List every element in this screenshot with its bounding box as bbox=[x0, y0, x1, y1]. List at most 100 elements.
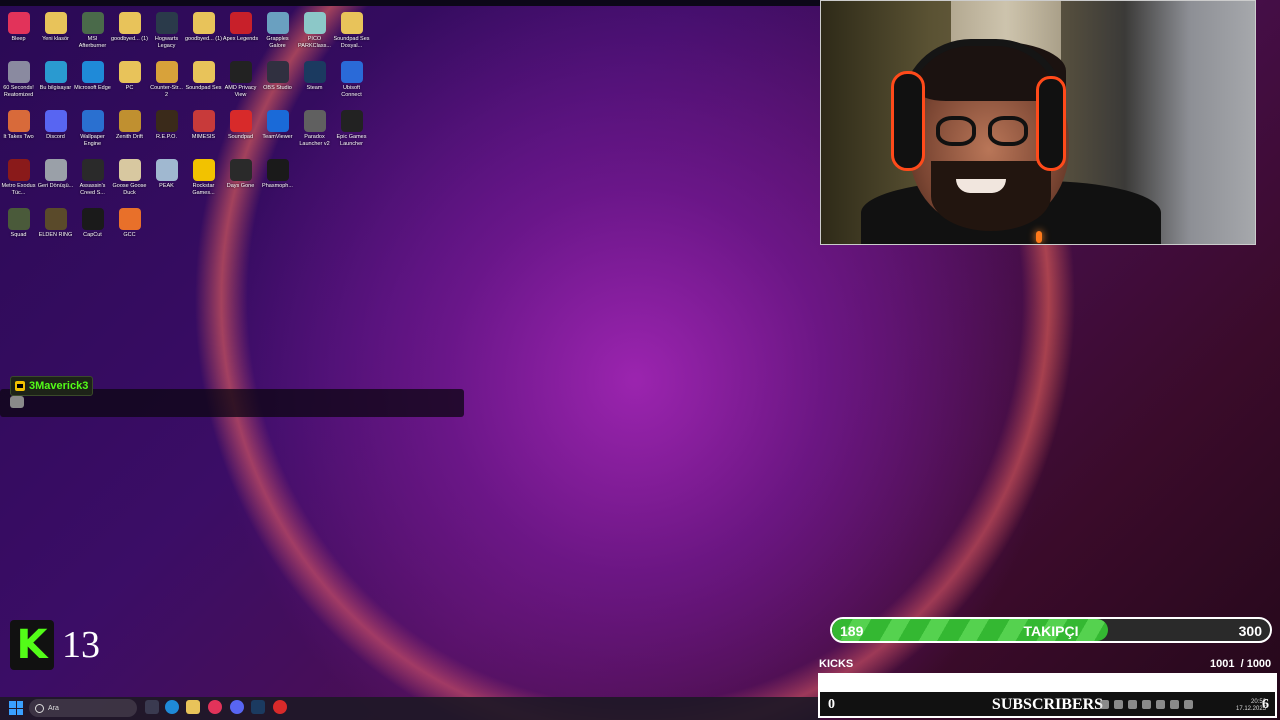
desktop-icon-row: Bleep Yeni klasör MSI Afterburner goodbyed.… bbox=[0, 10, 372, 59]
desktop-shortcut[interactable]: Discord bbox=[37, 108, 74, 157]
desktop-shortcut[interactable]: OBS Studio bbox=[259, 59, 296, 108]
bleep-taskbar-icon[interactable] bbox=[208, 700, 222, 714]
desktop-shortcut[interactable]: Zenith Drift bbox=[111, 108, 148, 157]
metro-exodus-icon bbox=[7, 159, 30, 181]
desktop-shortcut-label: GCC bbox=[123, 232, 136, 238]
assassins-creed-icon bbox=[81, 159, 104, 181]
desktop-shortcut-label: ELDEN RING bbox=[38, 232, 73, 238]
it-takes-two-icon bbox=[7, 110, 30, 132]
desktop-shortcut[interactable]: AMD Privacy View bbox=[222, 59, 259, 108]
desktop-shortcut[interactable]: Rockstar Games... bbox=[185, 157, 222, 206]
desktop-shortcut[interactable]: Ubisoft Connect bbox=[333, 59, 370, 108]
desktop-shortcut[interactable]: R.E.P.O. bbox=[148, 108, 185, 157]
desktop-shortcut[interactable]: Bleep bbox=[0, 10, 37, 59]
desktop-shortcut[interactable]: Soundpad Ses bbox=[185, 59, 222, 108]
gcc-icon bbox=[118, 208, 141, 230]
desktop-shortcut-label: Squad bbox=[10, 232, 27, 238]
desktop-shortcut[interactable]: Days Gone bbox=[222, 157, 259, 206]
soundpad-taskbar-icon[interactable] bbox=[273, 700, 287, 714]
task-view-icon[interactable] bbox=[145, 700, 159, 714]
desktop-shortcut[interactable]: GCC bbox=[111, 206, 148, 255]
desktop-shortcut[interactable]: goodbyed... (1) bbox=[185, 10, 222, 59]
tray-network-icon[interactable] bbox=[1170, 700, 1179, 709]
tray-steam-icon[interactable] bbox=[1114, 700, 1123, 709]
desktop-shortcut[interactable]: Assassin's Creed S... bbox=[74, 157, 111, 206]
desktop-shortcut-label: PICO PARKClass... bbox=[298, 36, 331, 49]
steam-icon bbox=[303, 61, 326, 83]
desktop-shortcut[interactable]: PICO PARKClass... bbox=[296, 10, 333, 59]
kick-logo-icon: K bbox=[10, 620, 54, 670]
headphone-left-cup bbox=[891, 71, 925, 171]
desktop-shortcut[interactable]: Squad bbox=[0, 206, 37, 255]
desktop-shortcut[interactable]: Epic Games Launcher bbox=[333, 108, 370, 157]
desktop-shortcut[interactable]: Phasmoph... bbox=[259, 157, 296, 206]
desktop-shortcut[interactable]: Goose Goose Duck bbox=[111, 157, 148, 206]
desktop-shortcut-label: Rockstar Games... bbox=[192, 183, 215, 196]
desktop-shortcut[interactable]: Hogwarts Legacy bbox=[148, 10, 185, 59]
desktop-shortcut-label: Wallpaper Engine bbox=[80, 134, 105, 147]
desktop-shortcut[interactable]: MIMESIS bbox=[185, 108, 222, 157]
amd-icon bbox=[229, 61, 252, 83]
desktop-shortcut[interactable]: Steam bbox=[296, 59, 333, 108]
desktop-shortcut[interactable]: CapCut bbox=[74, 206, 111, 255]
edge-icon bbox=[81, 61, 104, 83]
pico-park-icon bbox=[303, 12, 326, 34]
clock-time: 20:52 bbox=[1251, 699, 1267, 705]
top-edge-bar bbox=[0, 0, 820, 6]
desktop-shortcut[interactable]: It Takes Two bbox=[0, 108, 37, 157]
desktop-shortcut[interactable]: TeamViewer bbox=[259, 108, 296, 157]
taskbar-search[interactable]: Ara bbox=[29, 699, 137, 717]
rockstar-icon bbox=[192, 159, 215, 181]
desktop-shortcut[interactable]: ELDEN RING bbox=[37, 206, 74, 255]
tray-volume-icon[interactable] bbox=[1184, 700, 1193, 709]
crown-badge-icon bbox=[15, 381, 25, 391]
desktop-shortcut[interactable]: Bu bilgisayar bbox=[37, 59, 74, 108]
desktop-shortcut[interactable]: Microsoft Edge bbox=[74, 59, 111, 108]
desktop-shortcut[interactable]: 60 Seconds! Reatomized bbox=[0, 59, 37, 108]
file-explorer-icon[interactable] bbox=[186, 700, 200, 714]
desktop-shortcut-label: Assassin's Creed S... bbox=[79, 183, 106, 196]
desktop-shortcut[interactable]: Wallpaper Engine bbox=[74, 108, 111, 157]
tray-app-icon[interactable] bbox=[1142, 700, 1151, 709]
desktop-shortcut[interactable]: MSI Afterburner bbox=[74, 10, 111, 59]
viewer-count: 13 bbox=[62, 624, 100, 666]
desktop-shortcut[interactable]: Apex Legends bbox=[222, 10, 259, 59]
chat-emote-icon bbox=[10, 396, 24, 408]
tray-chevron-icon[interactable] bbox=[1100, 700, 1109, 709]
desktop-shortcut-label: Yeni klasör bbox=[42, 36, 69, 42]
desktop-shortcut[interactable]: Yeni klasör bbox=[37, 10, 74, 59]
desktop-icon-grid: Bleep Yeni klasör MSI Afterburner goodbyed.… bbox=[0, 10, 372, 255]
steam-taskbar-icon[interactable] bbox=[251, 700, 265, 714]
desktop-shortcut-label: It Takes Two bbox=[3, 134, 34, 140]
desktop-shortcut[interactable]: Soundpad Ses Dosyal... bbox=[333, 10, 370, 59]
desktop-shortcut[interactable]: PEAK bbox=[148, 157, 185, 206]
desktop-shortcut[interactable]: goodbyed... (1) bbox=[111, 10, 148, 59]
desktop-shortcut[interactable]: Grapples Galore bbox=[259, 10, 296, 59]
desktop-shortcut-label: Soundpad Ses Dosyal... bbox=[333, 36, 370, 49]
desktop-shortcut[interactable]: Soundpad bbox=[222, 108, 259, 157]
obs-icon bbox=[266, 61, 289, 83]
desktop-shortcut-label: Geri Dönüşü... bbox=[37, 183, 74, 189]
desktop-shortcut[interactable]: Counter-Str... 2 bbox=[148, 59, 185, 108]
discord-taskbar-icon[interactable] bbox=[230, 700, 244, 714]
desktop-shortcut[interactable]: Paradox Launcher v2 bbox=[296, 108, 333, 157]
desktop-icon-row: Metro Exodus Tüc... Geri Dönüşü... Assassi… bbox=[0, 157, 372, 206]
desktop-shortcut[interactable]: Geri Dönüşü... bbox=[37, 157, 74, 206]
capcut-icon bbox=[81, 208, 104, 230]
kicks-goal-fill bbox=[820, 675, 1275, 688]
glasses-left-lens bbox=[936, 116, 976, 146]
desktop-shortcut-label: Apex Legends bbox=[222, 36, 259, 42]
desktop-shortcut-label: Grapples Galore bbox=[266, 36, 289, 49]
desktop-shortcut[interactable]: PC bbox=[111, 59, 148, 108]
desktop-shortcut-label: CapCut bbox=[83, 232, 102, 238]
headphone-right-cup bbox=[1036, 76, 1066, 171]
system-tray bbox=[1100, 700, 1193, 709]
desktop-shortcut-label: Discord bbox=[46, 134, 65, 140]
taskbar-clock[interactable]: 20:52 17.12.2025 bbox=[1236, 699, 1266, 713]
msi-afterburner-icon bbox=[81, 12, 104, 34]
edge-taskbar-icon[interactable] bbox=[165, 700, 179, 714]
windows-start-icon[interactable] bbox=[9, 701, 23, 715]
tray-app-icon[interactable] bbox=[1128, 700, 1137, 709]
tray-app-icon[interactable] bbox=[1156, 700, 1165, 709]
desktop-shortcut[interactable]: Metro Exodus Tüc... bbox=[0, 157, 37, 206]
